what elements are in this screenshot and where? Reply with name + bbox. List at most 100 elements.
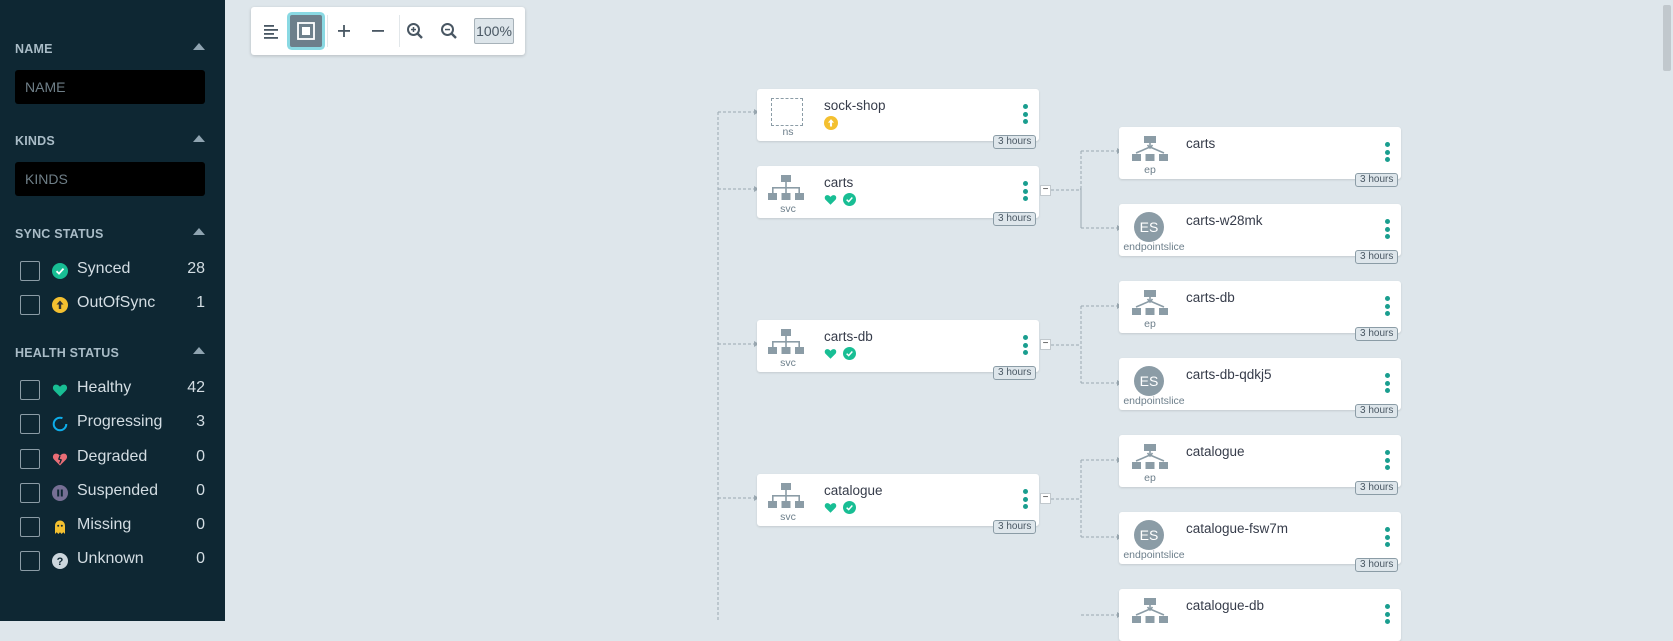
filter-label: Suspended [77,482,158,499]
checkbox[interactable] [20,517,40,537]
node-menu-button[interactable] [1383,219,1391,241]
node-carts-db-svc[interactable]: svc carts-db 3 hours − [757,320,1051,380]
heart-icon [824,503,837,513]
node-kind: svc [780,357,796,369]
node-catalogue-ep[interactable]: ep catalogue 3 hours [1119,435,1401,495]
node-age-badge: 3 hours [993,135,1037,149]
node-menu-button[interactable] [1383,373,1391,395]
synced-check-icon [843,501,857,514]
health-filter-healthy[interactable]: Healthy 42 [20,378,205,402]
collapse-children-button[interactable]: − [1040,185,1051,196]
name-filter-title: NAME [15,42,53,56]
node-age-badge: 3 hours [1355,404,1399,418]
filter-count: 28 [187,260,205,277]
node-carts-w28mk-endpointslice[interactable]: ES endpointslice carts-w28mk 3 hours [1119,204,1401,264]
synced-check-icon [843,347,857,360]
kinds-filter-title: KINDS [15,134,55,148]
endpoints-icon [1132,598,1168,623]
node-kind: endpointslice [1123,395,1185,407]
sync-status-title: SYNC STATUS [15,227,104,241]
node-kind: ep [1144,164,1156,176]
pause-icon [52,485,68,501]
node-name: catalogue [1186,444,1245,459]
endpointslice-icon: ES [1134,366,1164,396]
resource-tree-canvas[interactable]: 100% ns sock-shop 3 hours svc carts 3 ho… [225,0,1673,641]
namespace-icon [771,98,803,126]
service-icon [768,329,804,354]
node-status [824,347,858,361]
node-age-badge: 3 hours [1355,250,1399,264]
checkbox[interactable] [20,295,40,315]
service-icon [768,175,804,200]
checkbox[interactable] [20,483,40,503]
sync-filter-synced[interactable]: Synced 28 [20,259,205,283]
node-sock-shop[interactable]: ns sock-shop 3 hours [757,89,1039,149]
node-menu-button[interactable] [1383,604,1391,626]
health-filter-progressing[interactable]: Progressing 3 [20,412,205,436]
node-kind: svc [780,203,796,215]
broken-heart-icon [52,453,68,466]
endpoints-icon [1132,290,1168,315]
collapse-children-button[interactable]: − [1040,339,1051,350]
node-carts-db-ep[interactable]: ep carts-db 3 hours [1119,281,1401,341]
synced-check-icon [52,263,68,279]
heart-icon [52,384,68,397]
node-age-badge: 3 hours [1355,173,1399,187]
node-kind: endpointslice [1123,241,1185,253]
node-carts-db-qdkj5-endpointslice[interactable]: ES endpointslice carts-db-qdkj5 3 hours [1119,358,1401,418]
node-name: catalogue [824,483,883,498]
sync-status-caret-icon[interactable] [193,228,205,235]
node-name: carts [1186,136,1216,151]
node-kind: endpointslice [1123,549,1185,561]
node-name: carts-db-qdkj5 [1186,367,1272,382]
endpointslice-icon: ES [1134,212,1164,242]
endpoints-icon [1132,444,1168,469]
scrollbar-thumb[interactable] [1663,5,1671,71]
filter-label: Synced [77,260,131,277]
heart-icon [824,195,837,205]
node-name: catalogue-db [1186,598,1265,613]
node-menu-button[interactable] [1021,104,1029,126]
node-age-badge: 3 hours [1355,327,1399,341]
filter-sidebar: NAME KINDS SYNC STATUS Synced 28 OutOfSy… [0,0,225,621]
name-collapse-caret-icon[interactable] [193,43,205,50]
checkbox[interactable] [20,414,40,434]
node-menu-button[interactable] [1383,527,1391,549]
node-age-badge: 3 hours [993,366,1037,380]
node-catalogue-svc[interactable]: svc catalogue 3 hours − [757,474,1051,534]
node-menu-button[interactable] [1021,489,1029,511]
filter-count: 0 [196,550,205,567]
node-name: carts-db [1186,290,1235,305]
health-status-caret-icon[interactable] [193,347,205,354]
node-carts-ep[interactable]: ep carts 3 hours [1119,127,1401,187]
checkbox[interactable] [20,551,40,571]
node-catalogue-db-ep[interactable]: catalogue-db [1119,589,1401,641]
svg-text:?: ? [57,556,64,568]
node-menu-button[interactable] [1021,181,1029,203]
node-menu-button[interactable] [1383,296,1391,318]
checkbox[interactable] [20,449,40,469]
checkbox[interactable] [20,261,40,281]
node-catalogue-fsw7m-endpointslice[interactable]: ES endpointslice catalogue-fsw7m 3 hours [1119,512,1401,572]
node-age-badge: 3 hours [993,212,1037,226]
node-name: carts-db [824,329,873,344]
health-filter-missing[interactable]: Missing 0 [20,515,205,539]
kinds-filter-input[interactable] [15,162,205,196]
health-filter-suspended[interactable]: Suspended 0 [20,481,205,505]
vertical-scrollbar[interactable] [1661,0,1673,621]
node-menu-button[interactable] [1383,450,1391,472]
kinds-collapse-caret-icon[interactable] [193,135,205,142]
question-icon: ? [52,553,68,569]
node-menu-button[interactable] [1021,335,1029,357]
out-of-sync-arrow-icon [824,116,838,130]
sync-filter-outofsync[interactable]: OutOfSync 1 [20,293,205,317]
filter-count: 1 [196,294,205,311]
health-filter-degraded[interactable]: Degraded 0 [20,447,205,471]
collapse-children-button[interactable]: − [1040,493,1051,504]
filter-label: Missing [77,516,132,533]
node-carts-svc[interactable]: svc carts 3 hours − [757,166,1051,226]
name-filter-input[interactable] [15,70,205,104]
checkbox[interactable] [20,380,40,400]
node-menu-button[interactable] [1383,142,1391,164]
health-filter-unknown[interactable]: ? Unknown 0 [20,549,205,573]
